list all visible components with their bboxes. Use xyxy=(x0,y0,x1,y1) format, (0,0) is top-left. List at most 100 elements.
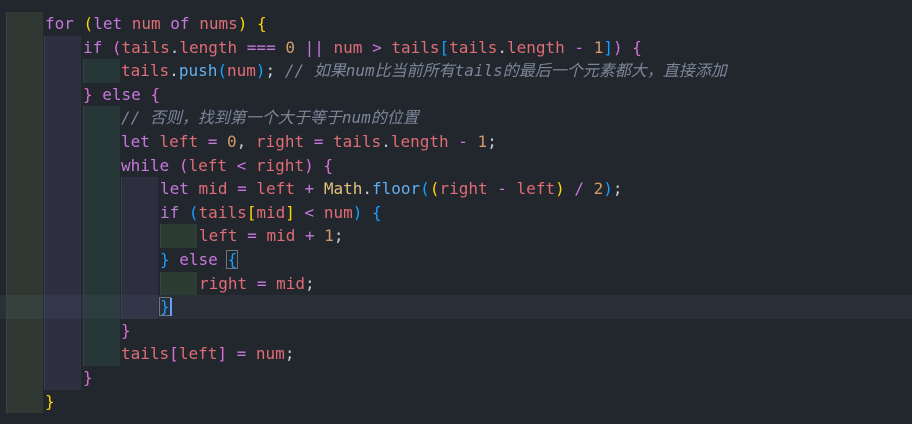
indent-guide xyxy=(44,366,81,390)
code-line[interactable]: if (tails.length === 0 || num > tails[ta… xyxy=(0,35,912,60)
token: ; xyxy=(487,132,497,151)
code-text[interactable]: if (tails.length === 0 || num > tails[ta… xyxy=(83,36,642,60)
code-line[interactable]: } xyxy=(0,389,912,414)
code-line[interactable]: } xyxy=(0,318,912,343)
code-line[interactable]: if (tails[mid] < num) { xyxy=(0,200,912,225)
indent-guide xyxy=(83,318,120,343)
token: + xyxy=(305,226,315,246)
token: = xyxy=(247,226,257,246)
token: ) xyxy=(237,14,248,33)
code-line[interactable]: } else { xyxy=(0,82,912,107)
code-line[interactable]: let mid = left + Math.floor((right - lef… xyxy=(0,177,912,201)
indent-guide xyxy=(160,271,197,296)
code-line[interactable]: while (left < right) { xyxy=(0,153,912,178)
code-text[interactable]: left = mid + 1; xyxy=(199,224,344,248)
token: nums xyxy=(199,14,238,33)
token: 0 xyxy=(285,37,295,57)
token: [ xyxy=(169,344,179,364)
indent-guide xyxy=(6,224,43,248)
code-line[interactable]: tails[left] = num; xyxy=(0,342,912,366)
token: left xyxy=(188,155,227,175)
code-text[interactable]: right = mid; xyxy=(199,272,315,296)
token: { xyxy=(372,202,382,222)
indent-guide xyxy=(83,248,120,272)
token: mid xyxy=(256,202,286,222)
token: } xyxy=(160,297,170,317)
code-text[interactable]: let left = 0, right = tails.length - 1; xyxy=(121,130,497,154)
code-line[interactable]: let left = 0, right = tails.length - 1; xyxy=(0,130,912,154)
indent-guide xyxy=(6,248,43,272)
indent-guide xyxy=(83,224,120,248)
token: { xyxy=(323,155,333,175)
code-text[interactable]: } xyxy=(160,295,170,319)
token: / xyxy=(574,179,584,199)
code-text[interactable]: } xyxy=(83,366,93,390)
indent-guide xyxy=(44,342,81,366)
token: === xyxy=(246,37,276,57)
token: } xyxy=(160,250,170,269)
token: { xyxy=(227,250,238,269)
code-line[interactable]: tails.push(num); // 如果num比当前所有tails的最后一个… xyxy=(0,59,912,83)
indent-guide xyxy=(6,366,43,390)
code-text[interactable]: tails.push(num); // 如果num比当前所有tails的最后一个… xyxy=(121,59,727,83)
code-text[interactable]: // 否则，找到第一个大于等于num的位置 xyxy=(121,106,419,130)
token: < xyxy=(236,155,247,175)
code-text[interactable]: for (let num of nums) { xyxy=(45,12,267,36)
code-text[interactable]: while (left < right) { xyxy=(121,154,333,178)
code-text[interactable]: } xyxy=(45,390,55,414)
indent-guide xyxy=(44,318,81,343)
token: . xyxy=(362,179,372,199)
indent-guide xyxy=(44,248,81,272)
code-comment: // 如果num比当前所有tails的最后一个元素都大，直接添加 xyxy=(284,61,727,81)
token: let xyxy=(121,132,150,151)
token: ) xyxy=(255,61,266,81)
token: num xyxy=(226,61,256,81)
token: + xyxy=(304,179,315,199)
code-text[interactable]: let mid = left + Math.floor((right - lef… xyxy=(160,177,623,201)
code-editor[interactable]: for (let num of nums) { if (tails.length… xyxy=(0,0,912,424)
code-line-current[interactable]: } xyxy=(0,295,912,319)
token: left xyxy=(516,179,556,199)
token: left xyxy=(159,132,199,151)
code-line[interactable]: } else { xyxy=(0,248,912,272)
indent-guide xyxy=(83,153,120,178)
token: } xyxy=(83,368,93,387)
code-line[interactable]: left = mid + 1; xyxy=(0,224,912,248)
token: < xyxy=(304,202,315,222)
indent-guide xyxy=(121,177,158,201)
indent-guide xyxy=(44,295,81,319)
token: ; xyxy=(284,344,295,364)
token: [ xyxy=(439,37,450,57)
code-line[interactable]: right = mid; xyxy=(0,271,912,296)
token: push xyxy=(178,61,218,81)
code-text[interactable]: if (tails[mid] < num) { xyxy=(160,201,382,225)
token: || xyxy=(304,37,324,57)
code-line[interactable]: // 否则，找到第一个大于等于num的位置 xyxy=(0,106,912,130)
code-text[interactable]: } xyxy=(121,319,131,343)
token: ( xyxy=(420,179,430,199)
code-line[interactable]: } xyxy=(0,366,912,390)
indent-guide xyxy=(83,200,120,225)
indent-guide xyxy=(6,153,43,178)
token: { xyxy=(150,84,161,104)
code-line[interactable]: for (let num of nums) { xyxy=(0,12,912,36)
token: ) xyxy=(555,179,565,199)
code-text[interactable]: tails[left] = num; xyxy=(121,342,294,366)
code-text[interactable]: } else { xyxy=(83,83,160,107)
token: 1 xyxy=(324,226,334,246)
code-text[interactable]: } else { xyxy=(160,248,237,272)
